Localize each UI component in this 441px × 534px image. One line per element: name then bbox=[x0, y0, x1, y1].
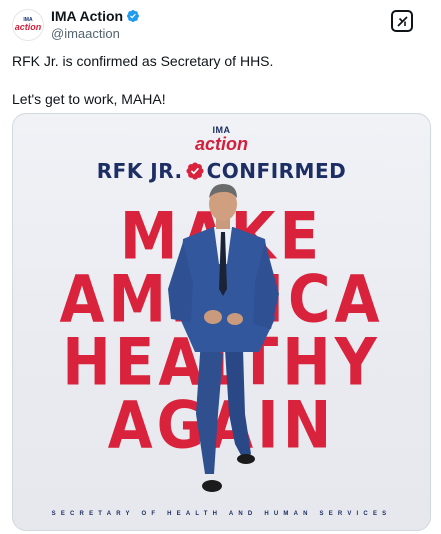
tweet-line-2: Let's get to work, MAHA! bbox=[12, 91, 166, 107]
tweet-line-1: RFK Jr. is confirmed as Secretary of HHS… bbox=[12, 53, 274, 69]
image-footer: SECRETARY OF HEALTH AND HUMAN SERVICES bbox=[51, 511, 392, 517]
tweet-image[interactable]: IMA action RFK JR. CONFIRMED MAKE AMERIC… bbox=[12, 113, 431, 531]
man-in-suit-figure bbox=[168, 184, 279, 492]
avatar-logo-bottom: action bbox=[14, 22, 42, 32]
display-name[interactable]: IMA Action bbox=[51, 8, 123, 24]
verified-badge-icon bbox=[127, 10, 140, 22]
user-handle[interactable]: @imaaction bbox=[51, 26, 120, 41]
grok-icon bbox=[396, 15, 408, 27]
grok-button[interactable] bbox=[391, 10, 413, 32]
author-name-row: IMA Action bbox=[51, 8, 140, 24]
avatar[interactable]: IMA action bbox=[12, 9, 44, 41]
